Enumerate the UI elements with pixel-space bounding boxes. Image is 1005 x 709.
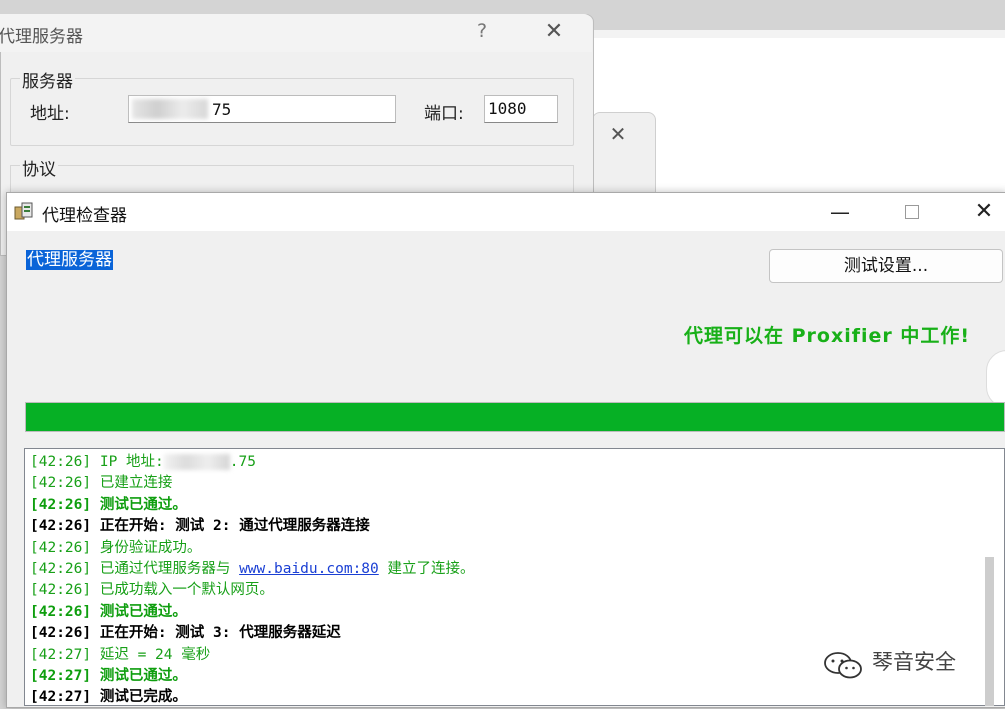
log-text: [42:27] 延迟 = 24 毫秒 <box>30 646 211 663</box>
log-text: [42:27] 测试已完成。 <box>30 689 187 706</box>
log-text: [42:26] 正在开始: 测试 3: 代理服务器延迟 <box>30 625 341 642</box>
port-input[interactable]: 1080 <box>484 95 558 123</box>
log-text: [42:26] 已成功载入一个默认网页。 <box>30 582 274 599</box>
log-text: [42:26] 测试已通过。 <box>30 603 187 620</box>
maximize-icon[interactable] <box>892 196 932 228</box>
proxy-checker-title: 代理检查器 <box>42 206 127 226</box>
proxifier-app-icon <box>14 201 34 221</box>
log-line: [42:26] 已建立连接 <box>30 473 990 494</box>
log-text: [42:26] 测试已通过。 <box>30 496 187 513</box>
help-icon[interactable]: ? <box>470 20 494 46</box>
address-redaction <box>132 99 208 119</box>
log-text: [42:26] 身份验证成功。 <box>30 539 202 556</box>
progress-fill <box>26 403 1004 431</box>
port-label: 端口: <box>424 104 464 124</box>
log-line: [42:26] 身份验证成功。 <box>30 538 990 559</box>
log-text: .75 <box>229 454 256 470</box>
proxy-server-section-label: 代理服务器 <box>26 250 113 270</box>
log-text: [42:27] 测试已通过。 <box>30 667 187 684</box>
proxy-server-dialog-close-icon[interactable]: ✕ <box>540 18 568 46</box>
ip-redaction <box>163 454 230 470</box>
minimize-icon[interactable]: — <box>820 196 860 228</box>
close-icon[interactable]: ✕ <box>964 196 1004 228</box>
log-text: [42:26] 正在开始: 测试 2: 通过代理服务器连接 <box>30 518 370 535</box>
proxy-server-dialog-title: 代理服务器 <box>0 27 83 47</box>
log-line: [42:27] 测试已完成。 <box>30 687 990 708</box>
address-label: 地址: <box>30 104 70 124</box>
success-message: 代理可以在 Proxifier 中工作! <box>684 325 971 347</box>
watermark-text: 琴音安全 <box>872 650 956 674</box>
log-line: [42:26] 测试已通过。 <box>30 495 990 516</box>
log-text: [42:26] 已通过代理服务器与 <box>30 560 240 577</box>
progress-bar <box>25 402 1005 432</box>
log-line: [42:26] 正在开始: 测试 3: 代理服务器延迟 <box>30 623 990 644</box>
proxy-server-dialog-titlebar[interactable] <box>0 14 592 52</box>
log-text: [42:26] 已建立连接 <box>30 475 173 492</box>
log-line: [42:26] 已成功载入一个默认网页。 <box>30 580 990 601</box>
protocol-groupbox-label: 协议 <box>20 155 58 180</box>
log-line: [42:26] IP 地址: .75 <box>30 452 990 473</box>
log-scrollbar-thumb[interactable] <box>985 557 994 706</box>
address-value: 75 <box>212 100 232 119</box>
wechat-icon <box>822 650 866 680</box>
log-line: [42:26] 测试已通过。 <box>30 602 990 623</box>
server-groupbox-label: 服务器 <box>20 67 75 92</box>
log-text: 建立了连接。 <box>378 560 475 577</box>
background-dialog-close-icon[interactable]: ✕ <box>604 120 632 148</box>
log-text: [42:26] IP 地址: <box>30 454 164 470</box>
test-settings-button[interactable]: 测试设置... <box>769 249 1003 283</box>
log-line: [42:26] 正在开始: 测试 2: 通过代理服务器连接 <box>30 516 990 537</box>
log-line: [42:26] 已通过代理服务器与 www.baidu.com:80 建立了连接… <box>30 559 990 580</box>
log-link[interactable]: www.baidu.com:80 <box>239 561 379 577</box>
